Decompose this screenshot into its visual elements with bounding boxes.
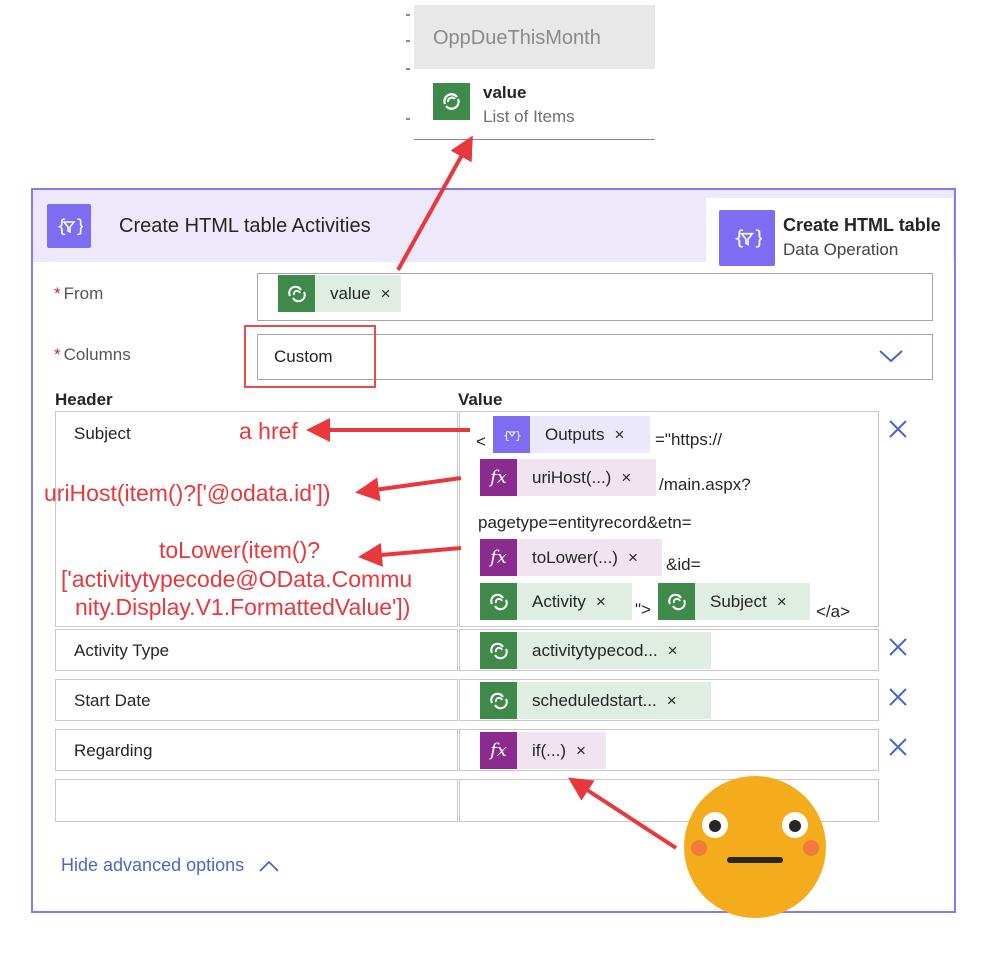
chevron-up-icon (259, 860, 279, 872)
row-value-input[interactable]: fx if(...) × (459, 729, 879, 771)
data-operation-icon: { } (47, 204, 91, 248)
from-value-token[interactable]: value × (278, 275, 401, 312)
row-header-input[interactable]: Regarding (55, 729, 458, 771)
pane-edge-markers (406, 0, 414, 140)
svg-text:{: { (56, 216, 67, 237)
delete-row-icon[interactable] (887, 418, 909, 440)
dynamic-content-item-type: List of Items (483, 107, 575, 126)
svg-text:}: } (753, 226, 762, 249)
scheduledstart-token[interactable]: scheduledstart... × (480, 682, 711, 719)
annotation-tolower-2: ['activitytypecode@OData.Commu (61, 566, 413, 592)
remove-token-icon[interactable]: × (628, 548, 638, 568)
tooltip-subtitle: Data Operation (783, 240, 899, 259)
tolower-expression-token[interactable]: fx toLower(...) × (480, 539, 662, 576)
urihost-expression-token[interactable]: fx uriHost(...) × (480, 459, 656, 496)
dataverse-icon (433, 83, 470, 120)
remove-token-icon[interactable]: × (621, 468, 631, 488)
dynamic-content-group-title[interactable]: OppDueThisMonth (414, 5, 655, 69)
subject-token[interactable]: Subject × (658, 583, 810, 620)
remove-token-icon[interactable]: × (668, 641, 678, 661)
dataverse-icon (480, 583, 517, 620)
dynamic-content-panel: OppDueThisMonth value List of Items (414, 5, 655, 140)
activitytypecode-token[interactable]: activitytypecod... × (480, 632, 711, 669)
row-value-input[interactable]: < {} Outputs × ="https:// fx uriHost(...… (459, 411, 879, 627)
delete-row-icon[interactable] (887, 686, 909, 708)
value-column-title: Value (458, 390, 503, 409)
svg-text:{: { (733, 226, 745, 249)
dynamic-content-item-name: value (483, 83, 527, 102)
remove-token-icon[interactable]: × (381, 284, 391, 304)
fx-icon: fx (480, 459, 517, 496)
tooltip-title: Create HTML table (783, 215, 941, 235)
dataverse-icon (480, 682, 517, 719)
row-header-input[interactable]: Start Date (55, 679, 458, 721)
remove-token-icon[interactable]: × (596, 592, 606, 612)
remove-token-icon[interactable]: × (615, 425, 625, 445)
fx-icon: fx (480, 539, 517, 576)
outputs-token[interactable]: {} Outputs × (493, 416, 650, 453)
data-operation-icon: {} (493, 416, 530, 453)
svg-text:}: } (515, 429, 521, 442)
annotation-tolower-1: toLower(item()? (159, 537, 321, 563)
if-expression-token[interactable]: fx if(...) × (480, 732, 606, 769)
from-label: * From (54, 284, 104, 303)
action-type-tooltip: { } Create HTML table Data Operation (706, 198, 953, 270)
remove-token-icon[interactable]: × (777, 592, 787, 612)
svg-text:{: { (503, 429, 510, 442)
data-operation-icon: { } (719, 210, 775, 266)
row-value-input[interactable]: scheduledstart... × (459, 679, 879, 721)
remove-token-icon[interactable]: × (667, 691, 677, 711)
activity-token[interactable]: Activity × (480, 583, 632, 620)
annotation-urihost: uriHost(item()?['@odata.id']) (44, 480, 331, 506)
row-header-input[interactable] (55, 779, 458, 822)
highlight-box (244, 325, 376, 388)
row-header-input[interactable]: Activity Type (55, 629, 458, 671)
hide-advanced-options-link[interactable]: Hide advanced options (61, 855, 280, 876)
delete-row-icon[interactable] (887, 636, 909, 658)
fx-icon: fx (480, 732, 517, 769)
annotation-a-href: a href (239, 418, 298, 444)
columns-label: * Columns (54, 345, 131, 364)
chevron-down-icon[interactable] (878, 347, 904, 365)
header-column-title: Header (55, 390, 113, 409)
delete-row-icon[interactable] (887, 736, 909, 758)
dataverse-icon (480, 632, 517, 669)
svg-text:}: } (75, 216, 83, 237)
action-title[interactable]: Create HTML table Activities (119, 215, 371, 238)
neutral-face-emoji-icon (684, 776, 826, 918)
remove-token-icon[interactable]: × (576, 741, 586, 761)
row-value-input[interactable]: activitytypecod... × (459, 629, 879, 671)
from-input[interactable]: value × (257, 273, 933, 321)
annotation-tolower-3: nity.Display.V1.FormattedValue']) (75, 594, 411, 620)
dataverse-icon (278, 275, 315, 312)
dataverse-icon (658, 583, 695, 620)
dynamic-content-item-value[interactable]: value List of Items (414, 69, 655, 140)
